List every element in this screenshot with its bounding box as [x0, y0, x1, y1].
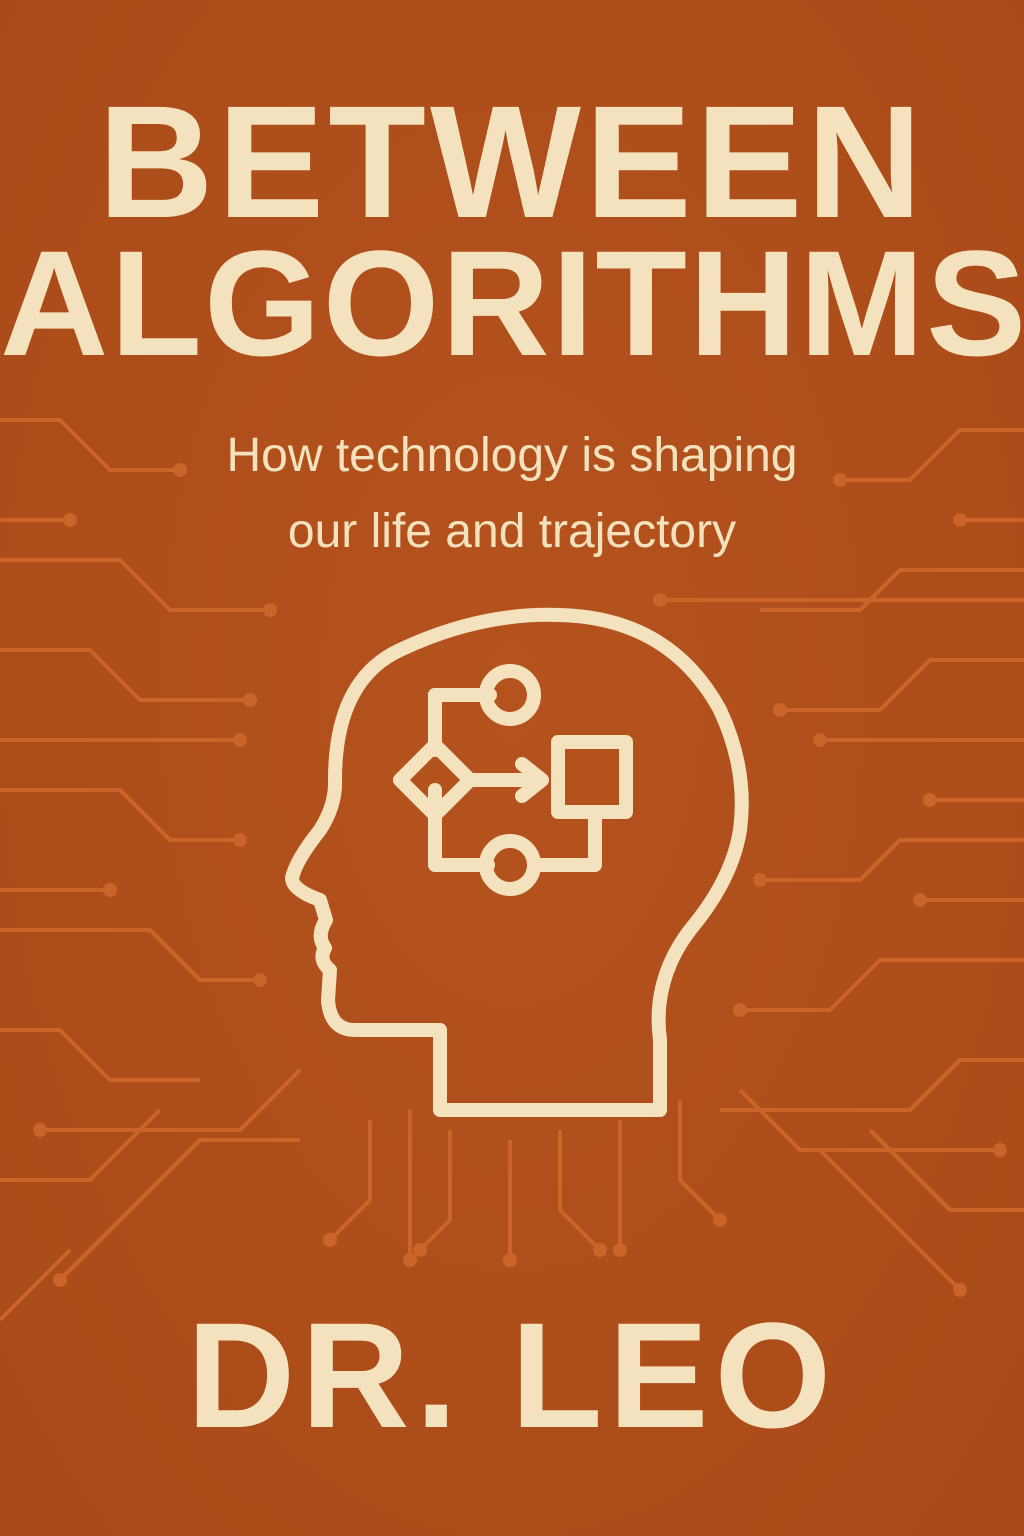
book-cover: BETWEEN ALGORITHMS How technology is sha… — [0, 0, 1024, 1536]
author-name: DR. LEO — [186, 1291, 838, 1459]
